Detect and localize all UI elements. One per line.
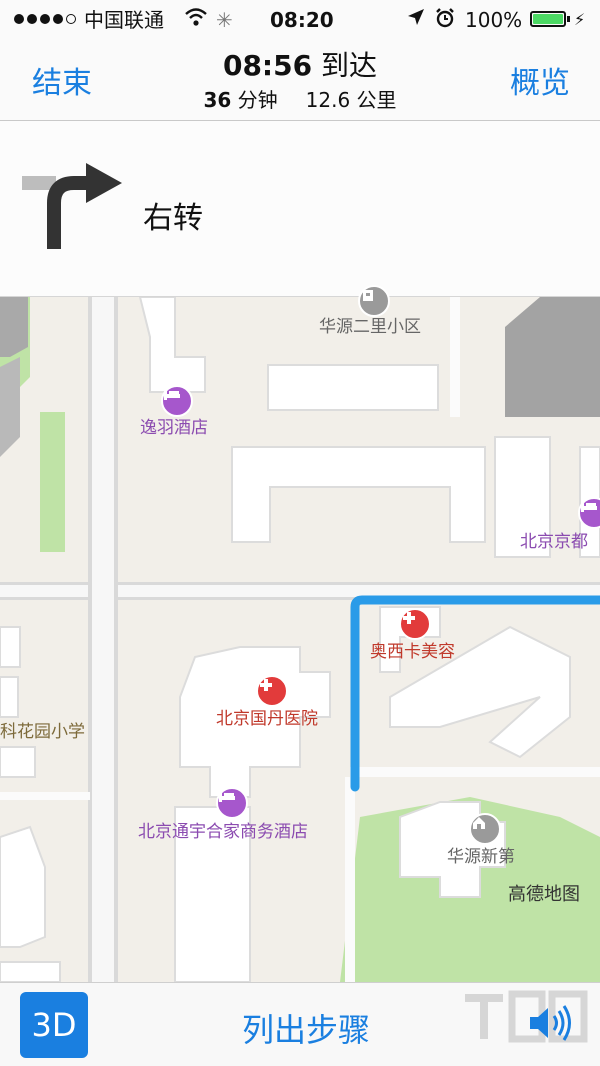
poi-label[interactable]: 华源二里小区 [319,317,421,337]
list-steps-button[interactable]: 列出步骤 [0,1005,600,1051]
poi-label[interactable]: 北京京都 [520,532,588,552]
instruction-text: 右转 [143,201,203,236]
bottom-toolbar: 3D 列出步骤 [0,982,600,1066]
distance-unit: 公里 [356,88,397,112]
arrival-label: 到达 [321,49,378,82]
poi-label[interactable]: 华源新第 [447,847,515,867]
poi-label[interactable]: 北京通宇合家商务酒店 [138,822,308,842]
duration-unit: 分钟 [237,88,278,112]
location-arrow-icon [406,7,426,33]
charging-bolt-icon: ⚡ [574,10,586,29]
poi-label[interactable]: 北京国丹医院 [216,709,318,729]
speaker-volume-icon[interactable] [526,1003,574,1047]
duration-value: 36 [203,88,232,112]
activity-spinner-icon: ✳ [216,8,233,32]
battery-percentage: 100% [465,8,523,32]
medical-cross-icon[interactable] [256,675,288,707]
navigation-header: 中国联通 ✳ 08:20 100% ⚡ 结束 08:56 到达 36 分钟 12… [0,0,600,121]
house-icon[interactable] [469,813,501,845]
arrival-time: 08:56 [222,49,313,82]
battery-icon [530,11,570,27]
alarm-clock-icon [434,7,456,35]
poi-label[interactable]: 科花园小学 [0,722,85,742]
wifi-icon [184,6,208,34]
hotel-bed-icon[interactable] [216,787,248,819]
poi-label[interactable]: 逸羽酒店 [140,418,208,438]
distance-value: 12.6 [305,88,351,112]
building-icon[interactable] [358,285,390,317]
poi-label[interactable]: 奥西卡美容 [370,642,455,662]
status-time: 08:20 [270,8,334,32]
overview-button[interactable]: 概览 [510,58,570,102]
carrier-name: 中国联通 [84,8,164,32]
signal-strength-icon [14,14,76,24]
status-bar: 中国联通 ✳ 08:20 100% ⚡ [0,0,600,40]
medical-cross-icon[interactable] [399,608,431,640]
turn-instruction-panel[interactable]: 右转 [0,121,600,297]
map-attribution: 高德地图 [508,884,580,905]
turn-right-arrow-icon [18,163,128,257]
hotel-bed-icon[interactable] [161,385,193,417]
map-view[interactable]: 华源二里小区 逸羽酒店 北京京都 奥西卡美容 北京国丹医院 科花园小学 北京通宇… [0,285,600,982]
